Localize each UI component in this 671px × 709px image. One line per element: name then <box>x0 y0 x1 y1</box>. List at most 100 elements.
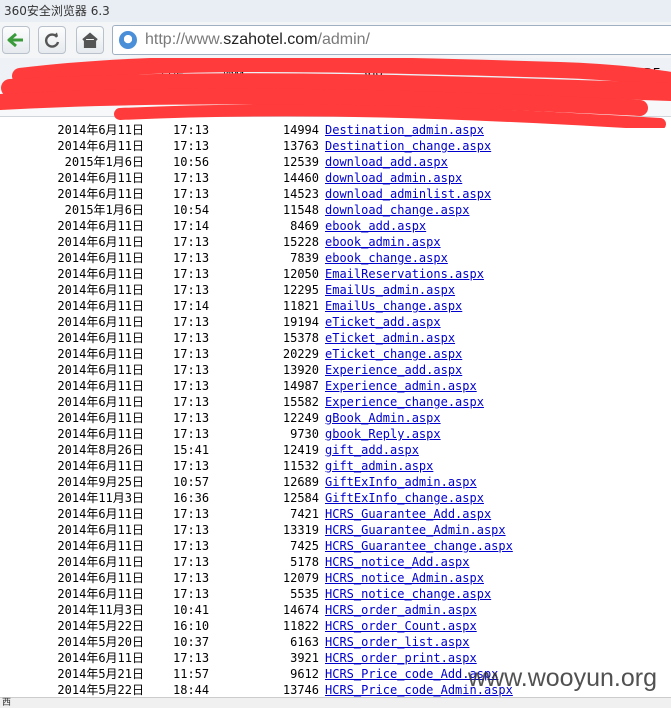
refresh-button[interactable] <box>38 26 66 54</box>
file-link[interactable]: eTicket_admin.aspx <box>325 330 455 346</box>
file-link[interactable]: Experience_admin.aspx <box>325 378 477 394</box>
file-link[interactable]: GiftExInfo_admin.aspx <box>325 474 477 490</box>
file-time: 17:13 <box>173 459 210 473</box>
file-date: 2014年11月3日 <box>57 603 144 617</box>
listing-row: 2014年6月11日 17:13 14523 download_adminlist.a… <box>0 186 671 202</box>
file-date: 2014年5月22日 <box>57 619 144 633</box>
listing-row: 2014年6月11日 17:13 12295 EmailUs_admin.aspx <box>0 282 671 298</box>
file-link[interactable]: HCRS_order_admin.aspx <box>325 602 477 618</box>
file-time: 17:13 <box>173 123 210 137</box>
file-link[interactable]: EmailUs_admin.aspx <box>325 282 455 298</box>
listing-row: 2014年6月11日 17:13 12079 HCRS_notice_Admin.as… <box>0 570 671 586</box>
file-size: 7839 <box>290 251 319 265</box>
listing-row: 2014年6月11日 17:13 12050 EmailReservations.as… <box>0 266 671 282</box>
bookmark-daily[interactable]: 日报 <box>160 66 184 83</box>
file-time: 17:13 <box>173 283 210 297</box>
file-size: 12539 <box>282 155 319 169</box>
listing-row: 2014年6月11日 17:13 19194 eTicket_add.aspx <box>0 314 671 330</box>
listing-row: 2014年6月11日 17:13 13319 HCRS_Guarantee_Admin… <box>0 522 671 538</box>
file-link[interactable]: HCRS_Guarantee_change.aspx <box>325 538 513 554</box>
listing-row: 2014年6月11日 17:13 14994 Destination_admin.as… <box>0 122 671 138</box>
file-link[interactable]: HCRS_Guarantee_Add.aspx <box>325 506 491 522</box>
file-time: 17:13 <box>173 427 210 441</box>
bookmark-nav[interactable]: 网址大全 <box>84 66 132 83</box>
file-date: 2014年6月11日 <box>57 139 144 153</box>
file-date: 2014年6月11日 <box>57 187 144 201</box>
file-link[interactable]: eTicket_change.aspx <box>325 346 462 362</box>
file-date: 2014年6月11日 <box>57 411 144 425</box>
file-link[interactable]: HCRS_notice_change.aspx <box>325 586 491 602</box>
listing-row: 2014年6月11日 17:13 14460 download_admin.aspx <box>0 170 671 186</box>
file-link[interactable]: gbook_Reply.aspx <box>325 426 441 442</box>
file-link[interactable]: EmailUs_change.aspx <box>325 298 462 314</box>
address-url[interactable]: http://www.szahotel.com/admin/ <box>145 26 370 54</box>
listing-row: 2014年6月11日 17:14 8469 ebook_add.aspx <box>0 218 671 234</box>
file-date: 2014年6月11日 <box>57 315 144 329</box>
file-link[interactable]: HCRS_order_print.aspx <box>325 650 477 666</box>
file-link[interactable]: HCRS_order_list.aspx <box>325 634 470 650</box>
file-date: 2014年6月11日 <box>57 219 144 233</box>
file-link[interactable]: gift_admin.aspx <box>325 458 433 474</box>
status-bar: 西 <box>0 697 671 708</box>
file-date: 2014年6月11日 <box>57 299 144 313</box>
url-domain: szahotel.com <box>223 31 318 48</box>
file-link[interactable]: ebook_admin.aspx <box>325 234 441 250</box>
file-date: 2014年6月11日 <box>57 123 144 137</box>
file-link[interactable]: gBook_Admin.aspx <box>325 410 441 426</box>
file-time: 17:13 <box>173 171 210 185</box>
bookmark-google[interactable]: 谷歌 <box>14 66 38 83</box>
file-link[interactable]: eTicket_add.aspx <box>325 314 441 330</box>
file-link[interactable]: Experience_add.aspx <box>325 362 462 378</box>
address-bar[interactable]: http://www.szahotel.com/admin/ <box>112 25 671 55</box>
file-date: 2014年6月11日 <box>57 267 144 281</box>
file-link[interactable]: Destination_change.aspx <box>325 138 491 154</box>
file-time: 17:13 <box>173 363 210 377</box>
file-time: 17:13 <box>173 331 210 345</box>
url-path: /admin/ <box>317 31 370 48</box>
file-size: 7421 <box>290 507 319 521</box>
file-link[interactable]: ebook_add.aspx <box>325 218 426 234</box>
bookmark-search[interactable]: 搜M <box>222 66 244 83</box>
listing-row: 2014年6月11日 17:13 20229 eTicket_change.aspx <box>0 346 671 362</box>
file-date: 2014年6月11日 <box>57 523 144 537</box>
file-time: 10:37 <box>173 635 210 649</box>
file-time: 17:13 <box>173 539 210 553</box>
file-size: 14987 <box>282 379 319 393</box>
file-link[interactable]: ebook_change.aspx <box>325 250 448 266</box>
directory-listing: 2014年6月11日 17:13 14994 Destination_admin.as… <box>0 117 671 697</box>
bookmark-360[interactable]: 360 <box>360 66 383 80</box>
back-button[interactable] <box>2 26 30 54</box>
file-link[interactable]: Experience_change.aspx <box>325 394 484 410</box>
file-link[interactable]: HCRS_notice_Add.aspx <box>325 554 470 570</box>
file-time: 17:13 <box>173 651 210 665</box>
file-link[interactable]: download_admin.aspx <box>325 170 462 186</box>
file-link[interactable]: HCRS_order_Count.aspx <box>325 618 477 634</box>
bookmark-ide[interactable]: IDE <box>640 66 660 80</box>
file-size: 9730 <box>290 427 319 441</box>
file-link[interactable]: GiftExInfo_change.aspx <box>325 490 484 506</box>
file-size: 3921 <box>290 651 319 665</box>
file-link[interactable]: download_adminlist.aspx <box>325 186 491 202</box>
home-icon <box>82 32 98 48</box>
file-link[interactable]: EmailReservations.aspx <box>325 266 484 282</box>
file-size: 12079 <box>282 571 319 585</box>
file-time: 17:13 <box>173 507 210 521</box>
file-link[interactable]: HCRS_notice_Admin.aspx <box>325 570 484 586</box>
file-date: 2014年6月11日 <box>57 427 144 441</box>
listing-row: 2014年6月11日 17:13 7425 HCRS_Guarantee_change… <box>0 538 671 554</box>
navigation-bar: http://www.szahotel.com/admin/ <box>0 22 671 59</box>
file-link[interactable]: gift_add.aspx <box>325 442 419 458</box>
home-button[interactable] <box>76 26 104 54</box>
file-time: 17:13 <box>173 267 210 281</box>
file-link[interactable]: download_add.aspx <box>325 154 448 170</box>
globe-icon <box>119 31 137 49</box>
file-link[interactable]: download_change.aspx <box>325 202 470 218</box>
listing-row: 2014年5月22日 16:10 11822 HCRS_order_Count.asp… <box>0 618 671 634</box>
bookmark-w[interactable]: W <box>590 66 602 80</box>
file-date: 2014年6月11日 <box>57 555 144 569</box>
listing-row: 2015年1月6日 10:54 11548 download_change.aspx <box>0 202 671 218</box>
file-link[interactable]: Destination_admin.aspx <box>325 122 484 138</box>
file-link[interactable]: HCRS_Guarantee_Admin.aspx <box>325 522 506 538</box>
file-time: 17:13 <box>173 187 210 201</box>
file-date: 2014年6月11日 <box>57 251 144 265</box>
